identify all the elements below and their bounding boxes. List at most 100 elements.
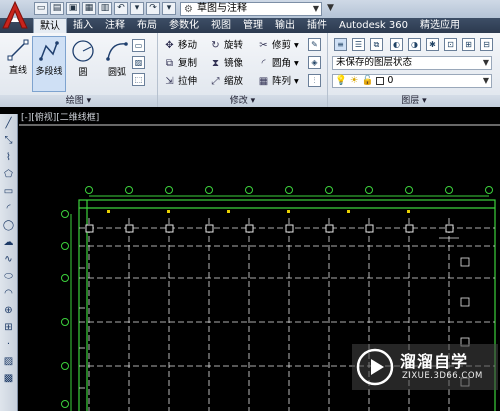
layers-panel-title[interactable]: 图层 ▾ (328, 95, 500, 107)
fillet-tool[interactable]: ◜ 圆角 ▾ (258, 56, 299, 71)
layer-freeze-icon[interactable]: ✱ (426, 38, 439, 51)
scale-label: 缩放 (224, 76, 244, 87)
move-icon: ✥ (165, 40, 174, 51)
draw-panel-title[interactable]: 绘图 ▾ (0, 95, 157, 107)
sun-icon: ☀ (349, 75, 359, 86)
new-file-icon[interactable]: ▭ (34, 2, 48, 15)
array-icon: ▦ (258, 76, 269, 87)
trim-icon: ✂ (259, 40, 268, 51)
ellipse-arc-icon[interactable]: ◠ (2, 286, 16, 300)
copy-tool[interactable]: ⧉ 复制 (164, 56, 197, 71)
arc-icon[interactable]: ◜ (2, 201, 16, 215)
make-block-icon[interactable]: ⊞ (2, 320, 16, 334)
trim-tool[interactable]: ✂ 修剪 ▾ (258, 38, 299, 53)
polyline-tool-label: 多段线 (35, 67, 63, 77)
polyline-tool-button[interactable]: 多段线 (32, 36, 66, 92)
open-file-icon[interactable]: ▤ (50, 2, 64, 15)
current-layer-dropdown[interactable]: 💡 ☀ 🔓 0 ▼ (332, 74, 492, 88)
layer-off-icon[interactable]: ◐ (390, 38, 403, 51)
point-icon[interactable]: · (2, 337, 16, 351)
construction-line-icon[interactable]: ⤡ (2, 133, 16, 147)
line-icon[interactable]: ╱ (2, 116, 16, 130)
revision-cloud-icon[interactable]: ☁ (2, 235, 16, 249)
line-icon (7, 39, 29, 61)
rectangle-icon[interactable]: ▭ (2, 184, 16, 198)
stretch-tool[interactable]: ⇲ 拉伸 (164, 74, 197, 89)
polyline-icon[interactable]: ⌇ (2, 150, 16, 164)
insert-block-icon[interactable]: ⊕ (2, 303, 16, 317)
hatch-icon[interactable]: ▨ (132, 56, 145, 69)
hatch-icon[interactable]: ▨ (2, 354, 16, 368)
ellipse-icon[interactable]: ⬭ (2, 269, 16, 283)
array-tool[interactable]: ▦ 阵列 ▾ (258, 74, 299, 89)
gradient-icon[interactable]: ▩ (2, 371, 16, 385)
layer-properties-icon[interactable]: ≡ (334, 38, 347, 51)
chevron-down-icon: ▼ (312, 4, 319, 13)
ribbon-panel-area: 直线 多段线 圆 圆弧 ▭ ▨ ⬚ 绘图 ▾ ✥ 移动 ↻ 旋转 ✂ 修剪 ▾ ⧉ 复制… (0, 33, 500, 107)
layer-lock-icon[interactable]: ⊡ (444, 38, 457, 51)
tab-layout[interactable]: 布局 (131, 18, 163, 33)
offset-icon[interactable]: ⫶ (308, 74, 321, 87)
save-as-icon[interactable]: ▦ (82, 2, 96, 15)
array-label: 阵列 (272, 76, 292, 87)
rotate-tool[interactable]: ↻ 旋转 (210, 38, 243, 53)
arc-tool-label: 圆弧 (107, 68, 126, 78)
application-menu-logo[interactable] (2, 1, 28, 31)
layer-state-icon[interactable]: ☰ (352, 38, 365, 51)
lock-open-icon: 🔓 (361, 75, 374, 86)
tab-featured-apps[interactable]: 精选应用 (414, 18, 466, 33)
lightbulb-icon: 💡 (335, 75, 347, 86)
rectangle-icon[interactable]: ▭ (132, 39, 145, 52)
print-icon[interactable]: ▥ (98, 2, 112, 15)
watermark-url: ZIXUE.3D66.COM (402, 371, 483, 381)
tab-autodesk-360[interactable]: Autodesk 360 (333, 18, 414, 33)
polyline-icon (39, 41, 59, 61)
mirror-tool[interactable]: ⧗ 镜像 (210, 56, 243, 71)
layer-isolate-icon[interactable]: ◑ (408, 38, 421, 51)
arc-icon (106, 42, 128, 61)
quick-access-toolbar: ▭ ▤ ▣ ▦ ▥ ↶ ▾ ↷ ▾ (34, 2, 176, 15)
watermark-play-logo (356, 348, 394, 386)
layer-walk-icon[interactable]: ⊟ (480, 38, 493, 51)
redo-dropdown-icon[interactable]: ▾ (162, 2, 176, 15)
tab-annotate[interactable]: 注释 (99, 18, 131, 33)
region-icon[interactable]: ⬚ (132, 73, 145, 86)
watermark-brand: 溜溜自学 (400, 352, 469, 371)
stretch-icon: ⇲ (165, 76, 174, 87)
layers-panel: ≡ ☰ ⧉ ◐ ◑ ✱ ⊡ ⊞ ⊟ 未保存的图层状态 ▼ 💡 ☀ 🔓 0 ▼ 图… (328, 33, 500, 107)
layer-state-text: 未保存的图层状态 (336, 57, 413, 68)
circle-tool-button[interactable]: 圆 (66, 36, 100, 92)
spline-icon[interactable]: ∿ (2, 252, 16, 266)
tab-parametric[interactable]: 参数化 (163, 18, 205, 33)
trim-label: 修剪 (272, 40, 292, 51)
save-icon[interactable]: ▣ (66, 2, 80, 15)
modify-panel-title[interactable]: 修改 ▾ (158, 95, 327, 107)
circle-icon[interactable]: ◯ (2, 218, 16, 232)
rotate-label: 旋转 (224, 40, 244, 51)
undo-dropdown-icon[interactable]: ▾ (130, 2, 144, 15)
tab-default[interactable]: 默认 (33, 18, 67, 33)
qat-customize-icon[interactable]: ▼ (327, 3, 334, 13)
tab-output[interactable]: 输出 (269, 18, 301, 33)
workspace-dropdown[interactable]: ⚙ 草图与注释 ▼ (180, 2, 322, 16)
scale-tool[interactable]: ⤢ 缩放 (210, 74, 244, 89)
layer-unisolate-icon[interactable]: ⊞ (462, 38, 475, 51)
tab-insert[interactable]: 插入 (67, 18, 99, 33)
tab-manage[interactable]: 管理 (237, 18, 269, 33)
tab-plugins[interactable]: 插件 (301, 18, 333, 33)
explode-icon[interactable]: ◈ (308, 56, 321, 69)
layer-state-dropdown[interactable]: 未保存的图层状态 ▼ (332, 56, 492, 70)
move-label: 移动 (178, 40, 198, 51)
polygon-icon[interactable]: ⬠ (2, 167, 16, 181)
arc-tool-button[interactable]: 圆弧 (100, 36, 134, 92)
move-tool[interactable]: ✥ 移动 (164, 38, 197, 53)
line-tool-button[interactable]: 直线 (1, 36, 35, 92)
erase-icon[interactable]: ✎ (308, 38, 321, 51)
redo-icon[interactable]: ↷ (146, 2, 160, 15)
modify-panel: ✥ 移动 ↻ 旋转 ✂ 修剪 ▾ ⧉ 复制 ⧗ 镜像 ◜ 圆角 ▾ ⇲ 拉伸 ⤢ 缩放 ▦ 阵列 … (158, 33, 328, 107)
ribbon-tab-bar: 默认 插入 注释 布局 参数化 视图 管理 输出 插件 Autodesk 360… (0, 18, 500, 33)
tab-view[interactable]: 视图 (205, 18, 237, 33)
layer-match-icon[interactable]: ⧉ (370, 38, 383, 51)
undo-icon[interactable]: ↶ (114, 2, 128, 15)
current-layer-name: 0 (387, 75, 394, 86)
